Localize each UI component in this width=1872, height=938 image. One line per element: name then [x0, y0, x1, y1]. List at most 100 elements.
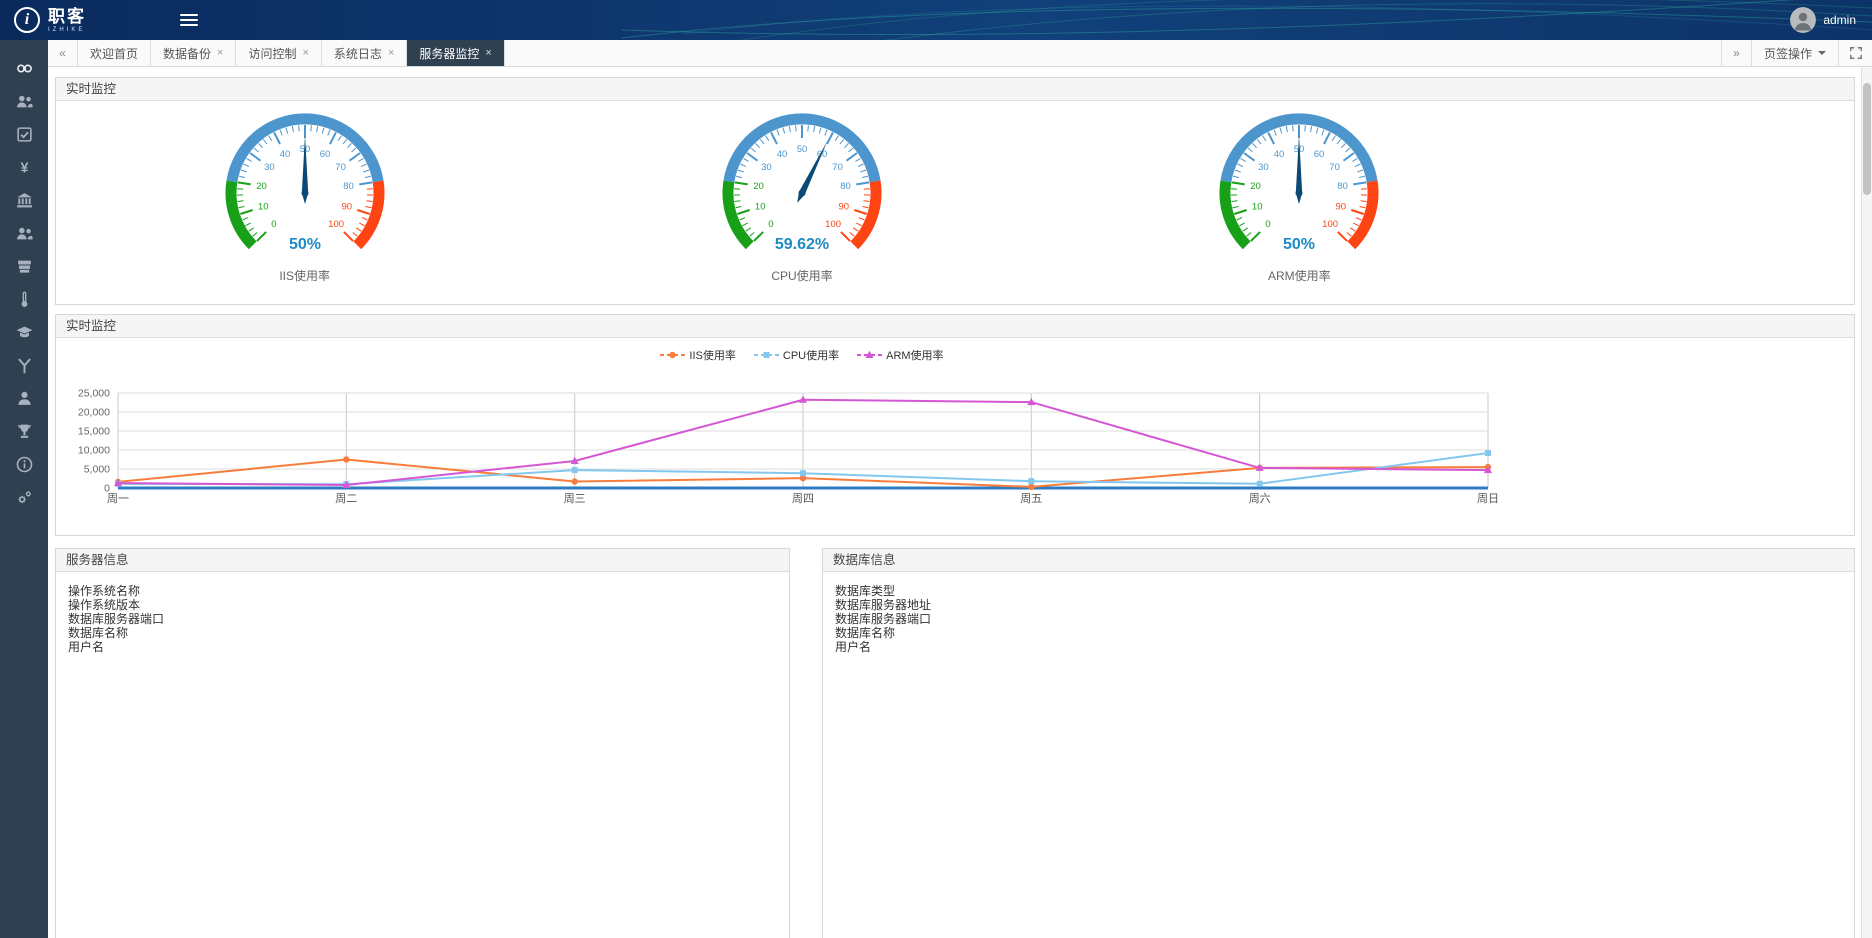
gauge-ARM使用率: 010203040506070809010050%ARM使用率 [1051, 105, 1548, 284]
legend-item-IIS使用率[interactable]: IIS使用率 [660, 347, 735, 363]
svg-text:100: 100 [825, 219, 841, 230]
sidebar-item-info[interactable] [0, 450, 48, 483]
svg-text:30: 30 [761, 162, 772, 173]
sidebar-item-user[interactable] [0, 384, 48, 417]
sidebar-item-check-square[interactable] [0, 120, 48, 153]
sidebar-item-trophy[interactable] [0, 417, 48, 450]
user-icon [16, 390, 33, 412]
tab-bar: « 欢迎首页数据备份×访问控制×系统日志×服务器监控× » 页签操作 [48, 40, 1872, 67]
gauge-CPU使用率: 010203040506070809010059.62%CPU使用率 [553, 105, 1050, 284]
svg-text:20: 20 [753, 181, 764, 192]
gauge-title: IIS使用率 [279, 267, 330, 284]
sidebar-item-users[interactable] [0, 87, 48, 120]
panel-title: 实时监控 [56, 78, 1854, 101]
trophy-icon [16, 423, 33, 445]
logo-subtext: IZHIKE [48, 27, 86, 33]
svg-text:80: 80 [1338, 181, 1349, 192]
svg-text:10: 10 [1252, 202, 1263, 213]
info-icon [16, 456, 33, 478]
info-item: 数据库服务器地址 [835, 598, 1842, 612]
tab-label: 数据备份 [163, 45, 211, 62]
svg-text:50%: 50% [1283, 236, 1315, 253]
svg-text:0: 0 [768, 219, 773, 230]
sidebar-item-team[interactable] [0, 219, 48, 252]
gauge-title: ARM使用率 [1268, 267, 1331, 284]
info-item: 用户名 [68, 640, 777, 654]
info-item: 数据库类型 [835, 584, 1842, 598]
gauge-row: 010203040506070809010050%IIS使用率010203040… [56, 101, 1548, 284]
svg-text:50%: 50% [289, 236, 321, 253]
legend-label: CPU使用率 [783, 347, 839, 363]
chart-legend: IIS使用率 CPU使用率 ARM使用率 [56, 347, 1548, 363]
svg-text:70: 70 [1330, 162, 1341, 173]
sidebar-item-link[interactable] [0, 54, 48, 87]
tab-operations-dropdown[interactable]: 页签操作 [1751, 40, 1838, 66]
svg-text:周三: 周三 [564, 492, 586, 505]
sidebar-item-thermometer[interactable] [0, 285, 48, 318]
sidebar-item-sitemap[interactable] [0, 351, 48, 384]
db-info-list: 数据库类型数据库服务器地址数据库服务器端口数据库名称用户名 [823, 572, 1854, 666]
panel-title: 实时监控 [56, 315, 1854, 338]
svg-text:周四: 周四 [792, 492, 814, 505]
tab-close-icon[interactable]: × [302, 47, 308, 59]
info-item: 数据库服务器端口 [68, 612, 777, 626]
tabs-scroll-left-button[interactable]: « [48, 40, 78, 66]
sidebar-item-bank[interactable] [0, 186, 48, 219]
tab-close-icon[interactable]: × [217, 47, 223, 59]
legend-item-CPU使用率[interactable]: CPU使用率 [754, 347, 839, 363]
svg-text:10: 10 [755, 202, 766, 213]
tab-欢迎首页[interactable]: 欢迎首页 [78, 40, 151, 66]
app-logo[interactable]: i 职客 IZHIKE [0, 7, 168, 33]
panel-title: 服务器信息 [56, 549, 789, 572]
sidebar-item-gears[interactable] [0, 483, 48, 516]
svg-text:40: 40 [777, 149, 788, 160]
tab-访问控制[interactable]: 访问控制× [236, 40, 321, 66]
fullscreen-icon[interactable] [1838, 40, 1872, 66]
tab-operations-label: 页签操作 [1764, 45, 1812, 62]
content: 实时监控 010203040506070809010050%IIS使用率0102… [48, 67, 1861, 938]
check-square-icon [16, 126, 33, 148]
sidebar-item-yen[interactable]: ¥ [0, 153, 48, 186]
svg-text:10,000: 10,000 [78, 445, 110, 457]
gears-icon [16, 489, 33, 511]
svg-text:5,000: 5,000 [84, 464, 110, 476]
info-item: 数据库服务器端口 [835, 612, 1842, 626]
svg-text:59.62%: 59.62% [775, 236, 829, 253]
logo-text-block: 职客 IZHIKE [48, 8, 86, 33]
tabs-scroll-right-button[interactable]: » [1721, 40, 1751, 66]
info-item: 数据库名称 [835, 626, 1842, 640]
db-info-panel: 数据库信息 数据库类型数据库服务器地址数据库服务器端口数据库名称用户名 [822, 548, 1855, 938]
topbar-decoration [622, 0, 1872, 40]
scrollbar[interactable] [1861, 67, 1872, 938]
sidebar-item-graduation-cap[interactable] [0, 318, 48, 351]
svg-text:10: 10 [258, 202, 269, 213]
svg-text:90: 90 [1336, 202, 1347, 213]
svg-text:周日: 周日 [1477, 492, 1499, 505]
svg-text:20: 20 [1251, 181, 1262, 192]
topbar: i 职客 IZHIKE admin [0, 0, 1872, 40]
svg-text:0: 0 [1266, 219, 1271, 230]
user-menu[interactable]: admin [1790, 7, 1872, 33]
tab-close-icon[interactable]: × [485, 47, 491, 59]
tab-label: 服务器监控 [419, 45, 479, 62]
tab-系统日志[interactable]: 系统日志 × [322, 40, 407, 66]
tab-数据备份[interactable]: 数据备份 × [151, 40, 236, 66]
menu-toggle-icon[interactable] [180, 14, 198, 26]
svg-text:周五: 周五 [1020, 492, 1042, 505]
legend-item-ARM使用率[interactable]: ARM使用率 [857, 347, 943, 363]
link-icon [16, 60, 33, 82]
svg-text:90: 90 [341, 202, 352, 213]
gauge-IIS使用率: 010203040506070809010050%IIS使用率 [56, 105, 553, 284]
tab-label: 系统日志 [334, 45, 382, 62]
bank-icon [16, 192, 33, 214]
users-icon [16, 93, 33, 115]
tab-服务器监控[interactable]: 服务器监控 × [407, 40, 504, 66]
sidebar-item-archive[interactable] [0, 252, 48, 285]
thermometer-icon [16, 291, 33, 313]
tab-close-icon[interactable]: × [388, 47, 394, 59]
avatar [1790, 7, 1816, 33]
logo-text: 职客 [48, 8, 86, 25]
svg-text:100: 100 [328, 219, 344, 230]
scrollbar-thumb[interactable] [1863, 83, 1871, 195]
logo-icon: i [14, 7, 40, 33]
